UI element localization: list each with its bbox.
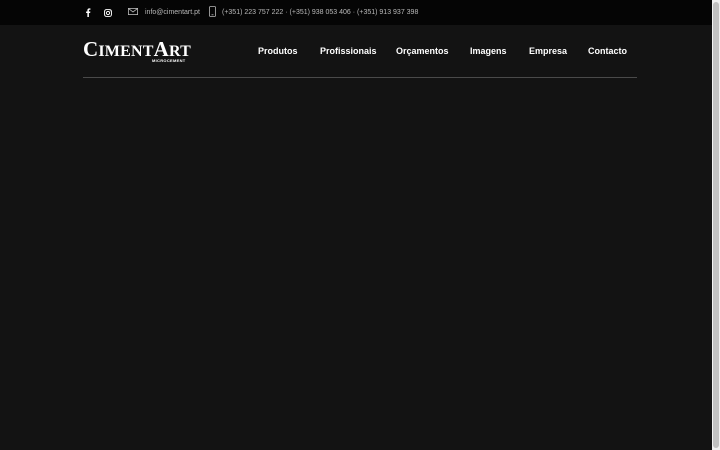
top-bar: info@cimentart.pt (+351) 223 757 222 · (…	[0, 0, 712, 25]
logo-tagline: MICROCEMENT	[152, 58, 186, 63]
nav-item-produtos[interactable]: Produtos	[258, 45, 298, 57]
scrollbar-thumb[interactable]	[713, 2, 719, 448]
phone-numbers: (+351) 223 757 222 · (+351) 938 053 406 …	[222, 9, 419, 16]
email-link[interactable]: info@cimentart.pt	[145, 8, 200, 17]
instagram-icon	[104, 8, 112, 17]
facebook-icon	[86, 8, 91, 17]
logo-letter-c: C	[83, 37, 99, 61]
instagram-link[interactable]	[102, 0, 114, 25]
nav-item-contacto[interactable]: Contacto	[588, 45, 627, 57]
nav-item-orcamentos[interactable]: Orçamentos	[396, 45, 449, 57]
mail-icon	[128, 8, 138, 15]
facebook-link[interactable]	[83, 0, 93, 25]
logo[interactable]: CIMENTART MICROCEMENT	[83, 38, 193, 63]
phone-icon	[209, 6, 216, 17]
nav-item-imagens[interactable]: Imagens	[470, 45, 507, 57]
page-scrollbar[interactable]	[712, 0, 720, 450]
logo-letters-iment: IMENT	[98, 43, 154, 60]
nav-item-profissionais[interactable]: Profissionais	[320, 45, 377, 57]
header-divider	[83, 77, 637, 78]
nav-item-empresa[interactable]: Empresa	[529, 45, 567, 57]
